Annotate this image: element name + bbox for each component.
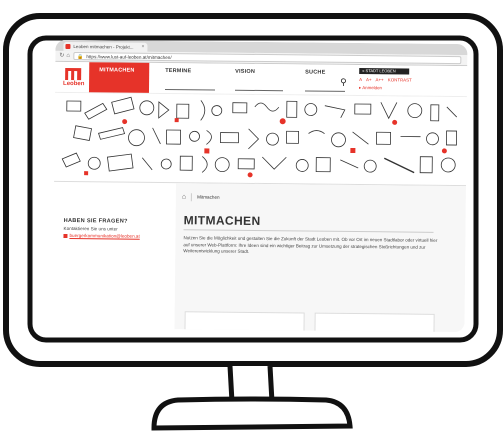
font-size-xlarge[interactable]: A++ bbox=[375, 77, 383, 82]
content-card[interactable] bbox=[314, 312, 435, 333]
nav-label: VISION bbox=[235, 68, 256, 75]
login-label: Anmelden bbox=[362, 85, 383, 91]
breadcrumb-separator bbox=[191, 193, 193, 202]
font-size-controls: A A+ A++ KONTRAST bbox=[359, 77, 415, 83]
content-card[interactable] bbox=[184, 311, 305, 333]
stadt-leoben-link[interactable]: » STADT LEOBEN bbox=[359, 68, 410, 75]
search-icon[interactable]: ⚲ bbox=[340, 77, 347, 88]
favicon-icon bbox=[65, 43, 71, 50]
home-nav-icon[interactable]: ⌂ bbox=[66, 52, 70, 60]
logo-text: Leoben bbox=[63, 80, 85, 88]
sidebar: HABEN SIE FRAGEN? Kontaktieren Sie uns u… bbox=[53, 182, 167, 332]
sidebar-text: Kontaktieren Sie uns unter bbox=[63, 225, 118, 232]
title-divider bbox=[183, 229, 434, 233]
site-logo[interactable]: Leoben bbox=[63, 66, 85, 90]
sidebar-title: HABEN SIE FRAGEN? bbox=[63, 217, 128, 225]
mail-icon bbox=[63, 233, 68, 238]
contact-email: buergerkommunikation@leoben.at bbox=[69, 233, 140, 239]
contrast-toggle[interactable]: KONTRAST bbox=[388, 77, 412, 82]
login-link[interactable]: ▸ Anmelden bbox=[359, 85, 382, 91]
nav-divider bbox=[234, 89, 284, 92]
nav-label: TERMINE bbox=[165, 68, 192, 75]
intro-text: Nutzen Sie die Möglichkeit und gestalten… bbox=[183, 235, 438, 254]
tab-title: Leoben mitmachen - Projekt... bbox=[73, 44, 134, 50]
font-size-normal[interactable]: A bbox=[359, 77, 362, 82]
close-icon[interactable]: × bbox=[141, 43, 144, 52]
nav-mitmachen[interactable]: MITMACHEN bbox=[88, 62, 150, 93]
home-icon[interactable]: ⌂ bbox=[182, 194, 186, 201]
doodle-illustration bbox=[61, 96, 458, 178]
page-title: MITMACHEN bbox=[183, 213, 261, 229]
doodle-banner bbox=[54, 92, 467, 187]
font-size-large[interactable]: A+ bbox=[366, 77, 372, 82]
nav-divider bbox=[304, 90, 346, 92]
nav-vision[interactable]: VISION bbox=[225, 64, 289, 95]
contact-email-link[interactable]: buergerkommunikation@leoben.at bbox=[63, 233, 140, 239]
nav-label: MITMACHEN bbox=[99, 67, 135, 74]
screen: Leoben mitmachen - Projekt... × ↻ ⌂ 🔒 ht… bbox=[52, 39, 468, 333]
breadcrumb-current[interactable]: Mitmachen bbox=[197, 195, 220, 200]
logo-icon bbox=[65, 67, 82, 81]
nav-termine[interactable]: TERMINE bbox=[155, 63, 221, 94]
site-header: Leoben MITMACHEN TERMINE VISION SUCHE ⚲ … bbox=[54, 61, 468, 98]
lock-icon: 🔒 bbox=[77, 54, 84, 61]
nav-label: SUCHE bbox=[305, 69, 326, 76]
nav-divider bbox=[165, 88, 216, 91]
url-text: https://www.lust-auf-leoben.at/mitmachen… bbox=[86, 54, 172, 61]
content-area: HABEN SIE FRAGEN? Kontaktieren Sie uns u… bbox=[53, 182, 467, 333]
reload-icon[interactable]: ↻ bbox=[59, 52, 64, 60]
main-content: ⌂ Mitmachen MITMACHEN Nutzen Sie die Mögl… bbox=[174, 183, 467, 333]
breadcrumb: ⌂ Mitmachen bbox=[182, 193, 442, 206]
